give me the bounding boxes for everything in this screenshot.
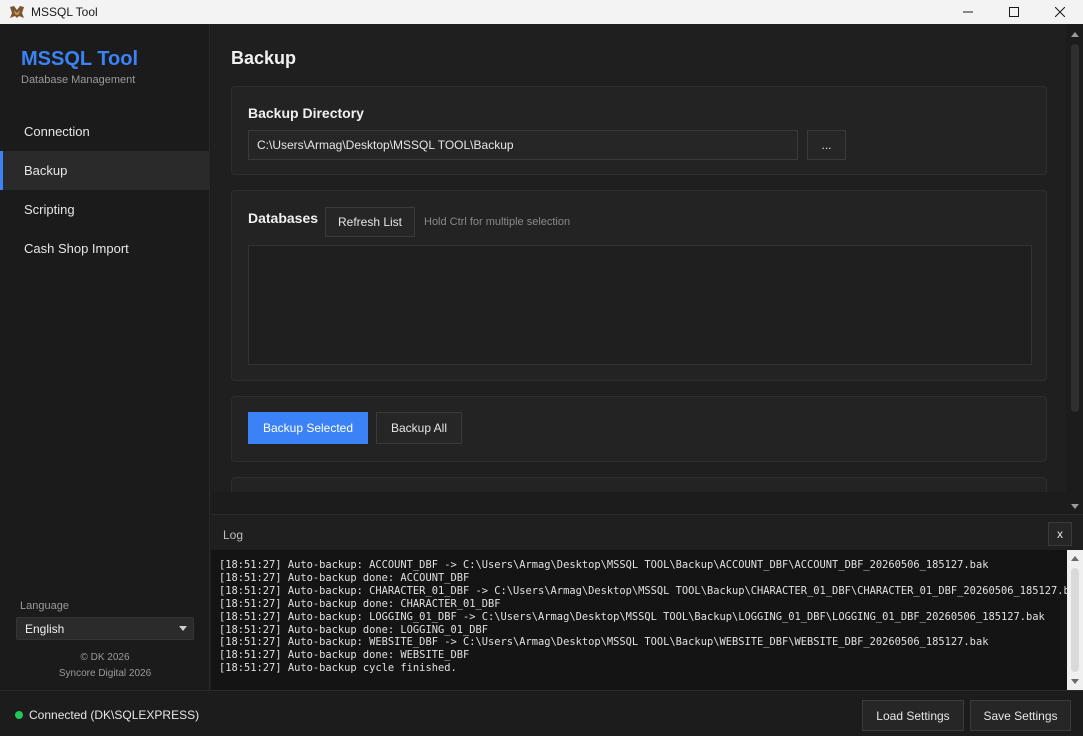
databases-card: Databases Refresh List Hold Ctrl for mul… xyxy=(231,190,1047,381)
log-line: [18:51:27] Auto-backup done: CHARACTER_0… xyxy=(219,597,501,610)
log-header: Log x xyxy=(211,514,1083,550)
log-title: Log xyxy=(223,528,244,542)
save-settings-button[interactable]: Save Settings xyxy=(970,700,1071,731)
backup-directory-title: Backup Directory xyxy=(248,105,364,121)
scroll-up-icon[interactable] xyxy=(1071,32,1079,37)
browse-button[interactable]: ... xyxy=(807,130,846,160)
database-list[interactable] xyxy=(248,245,1032,365)
connection-status-icon xyxy=(15,711,23,719)
close-icon xyxy=(1055,7,1065,17)
sidebar-nav: Connection Backup Scripting Cash Shop Im… xyxy=(0,112,210,268)
log-line-partial xyxy=(219,551,1067,559)
scroll-up-icon[interactable] xyxy=(1071,556,1079,561)
log-scrollbar[interactable] xyxy=(1067,550,1083,690)
app-logo-icon xyxy=(9,4,25,20)
window-titlebar: MSSQL Tool xyxy=(0,0,1083,24)
scroll-thumb[interactable] xyxy=(1071,568,1079,672)
sidebar-item-label: Connection xyxy=(24,124,90,139)
copyright-text: © DK 2026 xyxy=(80,652,130,663)
status-bar: Connected (DK\SQLEXPRESS) Load Settings … xyxy=(0,690,1083,736)
load-settings-button[interactable]: Load Settings xyxy=(862,700,964,731)
log-line: [18:51:27] Auto-backup done: ACCOUNT_DBF xyxy=(219,571,470,584)
selection-hint: Hold Ctrl for multiple selection xyxy=(424,216,571,228)
log-line: [18:51:27] Auto-backup: CHARACTER_01_DBF… xyxy=(219,584,1067,597)
log-line: [18:51:27] Auto-backup done: LOGGING_01_… xyxy=(219,623,488,636)
backup-directory-input[interactable]: C:\Users\Armag\Desktop\MSSQL TOOL\Backup xyxy=(248,130,798,160)
minimize-button[interactable] xyxy=(945,0,991,24)
log-output[interactable]: [18:51:27] Auto-backup: ACCOUNT_DBF -> C… xyxy=(211,550,1067,690)
language-select[interactable]: English xyxy=(16,617,194,640)
company-text: Syncore Digital 2026 xyxy=(58,668,152,679)
connection-status-text: Connected (DK\SQLEXPRESS) xyxy=(29,708,200,722)
language-label: Language xyxy=(20,600,69,612)
backup-all-button[interactable]: Backup All xyxy=(376,412,462,444)
sidebar-item-backup[interactable]: Backup xyxy=(0,151,210,190)
sidebar-item-label: Cash Shop Import xyxy=(24,241,129,256)
brand-subtitle: Database Management xyxy=(21,74,136,86)
sidebar-item-label: Scripting xyxy=(24,202,75,217)
main-content: Backup Backup Directory C:\Users\Armag\D… xyxy=(211,24,1066,492)
brand-title: MSSQL Tool xyxy=(21,48,139,70)
backup-directory-card: Backup Directory C:\Users\Armag\Desktop\… xyxy=(231,86,1047,175)
backup-actions-card: Backup Selected Backup All xyxy=(231,396,1047,462)
chevron-down-icon xyxy=(179,626,187,631)
databases-title: Databases xyxy=(248,210,319,226)
scroll-down-icon[interactable] xyxy=(1071,504,1079,509)
log-line: [18:51:27] Auto-backup: LOGGING_01_DBF -… xyxy=(219,610,1045,623)
log-line: [18:51:27] Auto-backup: WEBSITE_DBF -> C… xyxy=(219,636,989,649)
log-line: [18:51:27] Auto-backup cycle finished. xyxy=(219,662,457,675)
window-title: MSSQL Tool xyxy=(31,5,98,19)
sidebar-item-scripting[interactable]: Scripting xyxy=(0,190,210,229)
log-line: [18:51:27] Auto-backup: ACCOUNT_DBF -> C… xyxy=(219,559,989,571)
sidebar-item-label: Backup xyxy=(24,163,68,178)
sidebar-item-connection[interactable]: Connection xyxy=(0,112,210,151)
page-title: Backup xyxy=(231,48,297,68)
main-scrollbar[interactable] xyxy=(1067,24,1083,514)
sidebar-item-cash-shop-import[interactable]: Cash Shop Import xyxy=(0,229,210,268)
close-window-button[interactable] xyxy=(1037,0,1083,24)
maximize-button[interactable] xyxy=(991,0,1037,24)
scroll-thumb[interactable] xyxy=(1071,44,1079,412)
log-line: [18:51:27] Auto-backup done: WEBSITE_DBF xyxy=(219,649,470,662)
sidebar: MSSQL Tool Database Management Connectio… xyxy=(0,24,210,690)
next-section-card xyxy=(231,477,1047,492)
minimize-icon xyxy=(963,11,973,13)
log-close-button[interactable]: x xyxy=(1048,522,1072,546)
backup-selected-button[interactable]: Backup Selected xyxy=(248,412,368,444)
scroll-down-icon[interactable] xyxy=(1071,679,1079,684)
language-value: English xyxy=(25,621,65,636)
maximize-icon xyxy=(1009,7,1019,17)
refresh-list-button[interactable]: Refresh List xyxy=(325,207,415,237)
